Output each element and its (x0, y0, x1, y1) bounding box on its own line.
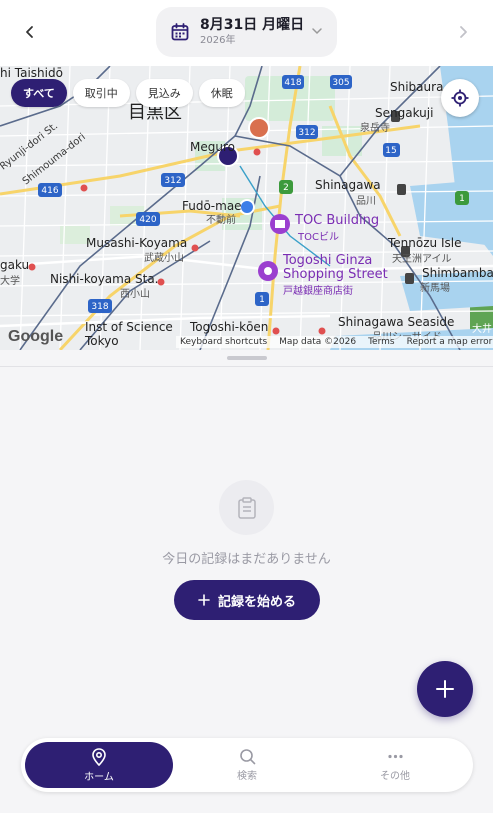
map-label: Nishi-koyama Sta. (50, 272, 159, 286)
map-label: Togoshi Ginza (283, 253, 373, 268)
search-icon (239, 749, 255, 765)
my-location-button[interactable] (441, 79, 479, 117)
map-label: gaku (0, 258, 30, 272)
map-label: Meguro (190, 140, 235, 154)
map-label: 大井 (472, 324, 492, 335)
terms-link[interactable]: Terms (368, 337, 395, 347)
map-label: TOCビル (298, 232, 339, 243)
calendar-icon (171, 23, 189, 41)
chevron-left-icon (26, 26, 33, 38)
google-logo: Google (8, 328, 64, 345)
location-pin-icon (92, 747, 106, 766)
map-label: 天王洲アイル (392, 254, 452, 265)
nav-search[interactable]: 検索 (173, 742, 321, 788)
chevron-down-icon (312, 28, 322, 35)
filter-chip-all[interactable]: すべて (11, 79, 67, 107)
svg-text:2: 2 (283, 183, 289, 193)
sheet-divider (0, 366, 493, 367)
map-label: hi Taishidō (0, 66, 63, 80)
map-label: 泉岳寺 (360, 123, 390, 134)
clipboard-icon (219, 480, 274, 535)
start-recording-label: 記録を始める (217, 594, 296, 610)
nav-search-label: 検索 (237, 771, 257, 782)
nav-home-label: ホーム (84, 771, 114, 783)
start-recording-button[interactable]: 記録を始める (174, 580, 320, 620)
svg-text:305: 305 (332, 78, 349, 88)
chevron-right-icon (460, 26, 467, 38)
map-label: Shinagawa (315, 178, 381, 192)
empty-state-message: 今日の記録はまだありません (162, 552, 331, 567)
nav-more-label: その他 (380, 771, 410, 782)
map-label: 大学 (0, 276, 20, 287)
map-label: Tennōzu Isle (388, 236, 462, 250)
map-label: Musashi-Koyama (86, 236, 188, 250)
map-label: Shibaura (390, 80, 444, 94)
map-label: Inst of Science (85, 320, 173, 334)
map-label: Togoshi-kōen (190, 320, 269, 334)
previous-day-button[interactable] (16, 18, 44, 46)
bottom-navigation: ホーム 検索 その他 (21, 738, 473, 792)
map-label: 戸越銀座商店街 (283, 286, 353, 297)
map-data-text: Map data ©2026 (279, 337, 357, 347)
report-error-link[interactable]: Report a map error (407, 337, 493, 347)
svg-text:312: 312 (298, 128, 315, 138)
filter-chip-active[interactable]: 取引中 (72, 79, 130, 107)
svg-text:418: 418 (284, 78, 301, 88)
date-selector[interactable]: 8月31日 月曜日 2026年 (156, 7, 337, 57)
add-record-fab[interactable] (417, 661, 473, 717)
year-label: 2026年 (200, 35, 236, 46)
filter-chip-prospect[interactable]: 見込み (135, 79, 193, 107)
map-label: 新馬場 (420, 283, 450, 294)
filter-chip-dormant[interactable]: 休眠 (198, 79, 245, 107)
map-label: Shimbamba (422, 266, 493, 280)
svg-text:1: 1 (259, 295, 265, 305)
plus-icon (198, 594, 210, 606)
nav-home[interactable]: ホーム (25, 742, 173, 788)
map-view[interactable]: 418 305 312 15 416 312 2 420 1 318 1 hi … (0, 66, 493, 350)
map-label: Shopping Street (283, 267, 388, 282)
filter-chips: すべて 取引中 見込み 休眠 (11, 79, 245, 107)
date-label: 8月31日 月曜日 (200, 17, 305, 33)
map-label: Tokyo (85, 334, 119, 348)
map-label: 武蔵小山 (144, 253, 184, 264)
map-label: 品川 (356, 196, 376, 207)
svg-text:420: 420 (139, 215, 156, 225)
svg-text:1: 1 (459, 194, 465, 204)
nav-more[interactable]: その他 (321, 742, 469, 788)
crosshair-icon (451, 89, 469, 107)
map-label: Sengakuji (375, 106, 434, 120)
plus-icon (436, 680, 454, 698)
map-label: 西小山 (120, 289, 150, 300)
keyboard-shortcuts-link[interactable]: Keyboard shortcuts (180, 337, 267, 347)
map-label: TOC Building (295, 213, 380, 228)
more-dots-icon (387, 754, 403, 759)
svg-text:416: 416 (41, 186, 58, 196)
map-attribution: Keyboard shortcuts Map data ©2026 Terms … (176, 336, 493, 348)
svg-text:312: 312 (164, 176, 181, 186)
sheet-drag-handle[interactable] (227, 356, 267, 360)
header: 8月31日 月曜日 2026年 (0, 0, 493, 66)
svg-text:318: 318 (91, 302, 108, 312)
svg-text:15: 15 (385, 146, 396, 156)
next-day-button[interactable] (449, 18, 477, 46)
map-label: 不動前 (206, 215, 236, 226)
map-label: Shinagawa Seaside (338, 315, 455, 329)
